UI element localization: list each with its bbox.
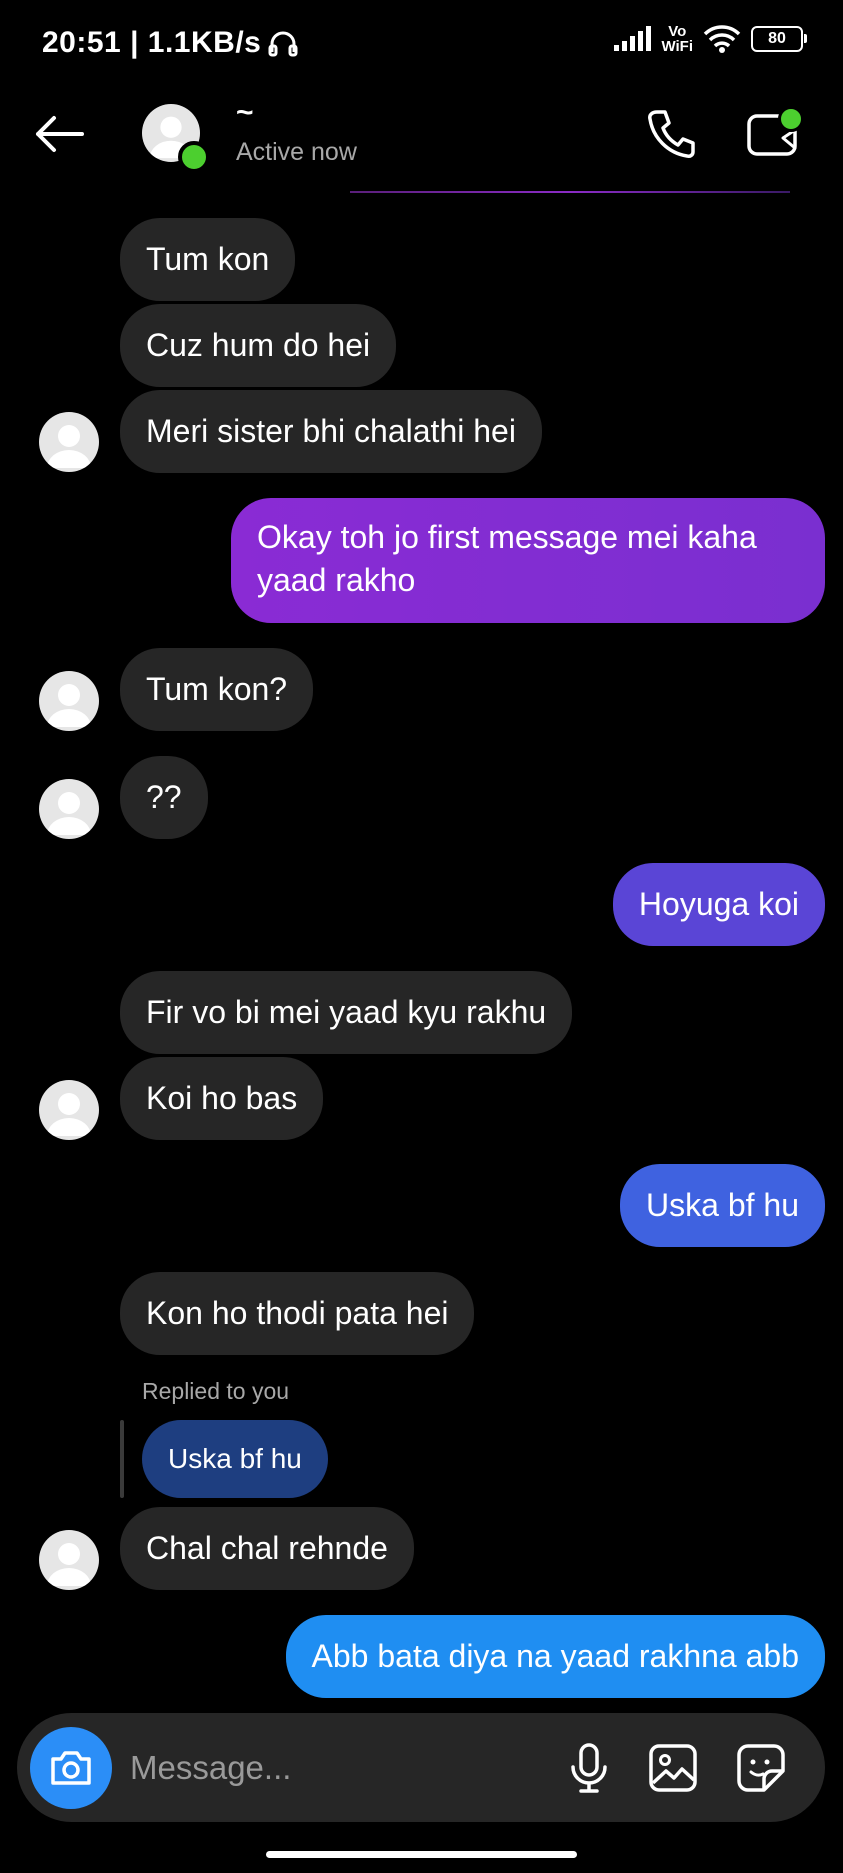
status-bar-right: Vo WiFi 80 — [613, 24, 807, 54]
gallery-icon[interactable] — [648, 1743, 698, 1793]
headphones-icon — [268, 31, 298, 57]
quoted-message[interactable]: Uska bf hu — [142, 1420, 328, 1498]
message-outgoing[interactable]: Hoyuga koi — [612, 863, 825, 946]
default-avatar-icon — [47, 792, 91, 835]
message-incoming[interactable]: Koi ho bas — [120, 1057, 324, 1140]
battery-level: 80 — [768, 30, 786, 47]
message-text-line-2: yaad rakho — [257, 562, 416, 598]
phone-icon[interactable] — [646, 108, 696, 160]
battery-indicator: 80 — [751, 26, 807, 52]
message-text: Koi ho bas — [146, 1080, 298, 1116]
status-bar-left: 20:51 | 1.1KB/s — [42, 26, 299, 60]
contact-active-status: Active now — [236, 138, 357, 166]
wifi-icon — [703, 25, 741, 53]
camera-button[interactable] — [30, 1727, 112, 1809]
default-avatar-icon — [47, 684, 91, 727]
reply-quote-bar — [120, 1420, 124, 1498]
sticker-icon[interactable] — [736, 1743, 786, 1793]
sender-avatar[interactable] — [39, 412, 99, 472]
message-incoming[interactable]: Kon ho thodi pata hei — [120, 1272, 475, 1355]
message-incoming[interactable]: Tum kon — [120, 218, 296, 301]
default-avatar-icon — [47, 1093, 91, 1136]
message-incoming[interactable]: Meri sister bhi chalathi hei — [120, 390, 542, 473]
status-time-speed: 20:51 | 1.1KB/s — [42, 26, 262, 59]
video-active-dot — [778, 106, 804, 132]
sender-avatar[interactable] — [39, 671, 99, 731]
message-outgoing[interactable]: Uska bf hu — [620, 1164, 825, 1247]
message-text: Cuz hum do hei — [146, 327, 371, 363]
sender-avatar[interactable] — [39, 1530, 99, 1590]
message-incoming[interactable]: ?? — [120, 756, 208, 839]
message-incoming[interactable]: Fir vo bi mei yaad kyu rakhu — [120, 971, 573, 1054]
message-text: Uska bf hu — [646, 1187, 799, 1223]
replied-to-label: Replied to you — [142, 1378, 290, 1404]
message-incoming[interactable]: Tum kon? — [120, 648, 314, 731]
vowifi-indicator: Vo WiFi — [661, 24, 693, 54]
message-text: Abb bata diya na yaad rakhna abb — [311, 1638, 799, 1674]
message-text-line-1: Okay toh jo first message mei kaha — [257, 519, 757, 555]
message-text: Chal chal rehnde — [146, 1530, 388, 1566]
online-status-dot — [178, 141, 210, 173]
default-avatar-icon — [47, 1543, 91, 1586]
message-text: Kon ho thodi pata hei — [146, 1295, 449, 1331]
message-text: Meri sister bhi chalathi hei — [146, 413, 516, 449]
back-arrow-icon[interactable] — [34, 114, 84, 154]
message-outgoing[interactable]: Abb bata diya na yaad rakhna abb — [285, 1615, 825, 1698]
message-outgoing[interactable]: Okay toh jo first message mei kaha yaad … — [231, 498, 825, 623]
message-text: Fir vo bi mei yaad kyu rakhu — [146, 994, 547, 1030]
message-text: ?? — [146, 779, 182, 815]
message-input[interactable] — [130, 1745, 530, 1791]
vowifi-top: Vo — [668, 23, 687, 40]
camera-icon — [51, 1751, 91, 1785]
message-incoming[interactable]: Chal chal rehnde — [120, 1507, 414, 1590]
home-indicator[interactable] — [266, 1851, 577, 1858]
vowifi-bottom: WiFi — [661, 38, 693, 55]
default-avatar-icon — [47, 425, 91, 468]
message-text: Tum kon — [146, 241, 270, 277]
cell-signal-icon — [614, 26, 652, 51]
contact-name[interactable]: ~ — [236, 96, 254, 130]
microphone-icon[interactable] — [568, 1742, 610, 1794]
sender-avatar[interactable] — [39, 779, 99, 839]
message-text: Tum kon? — [146, 671, 288, 707]
sender-avatar[interactable] — [39, 1080, 99, 1140]
message-text: Hoyuga koi — [638, 886, 799, 922]
header-divider — [350, 191, 790, 193]
message-incoming[interactable]: Cuz hum do hei — [120, 304, 397, 387]
